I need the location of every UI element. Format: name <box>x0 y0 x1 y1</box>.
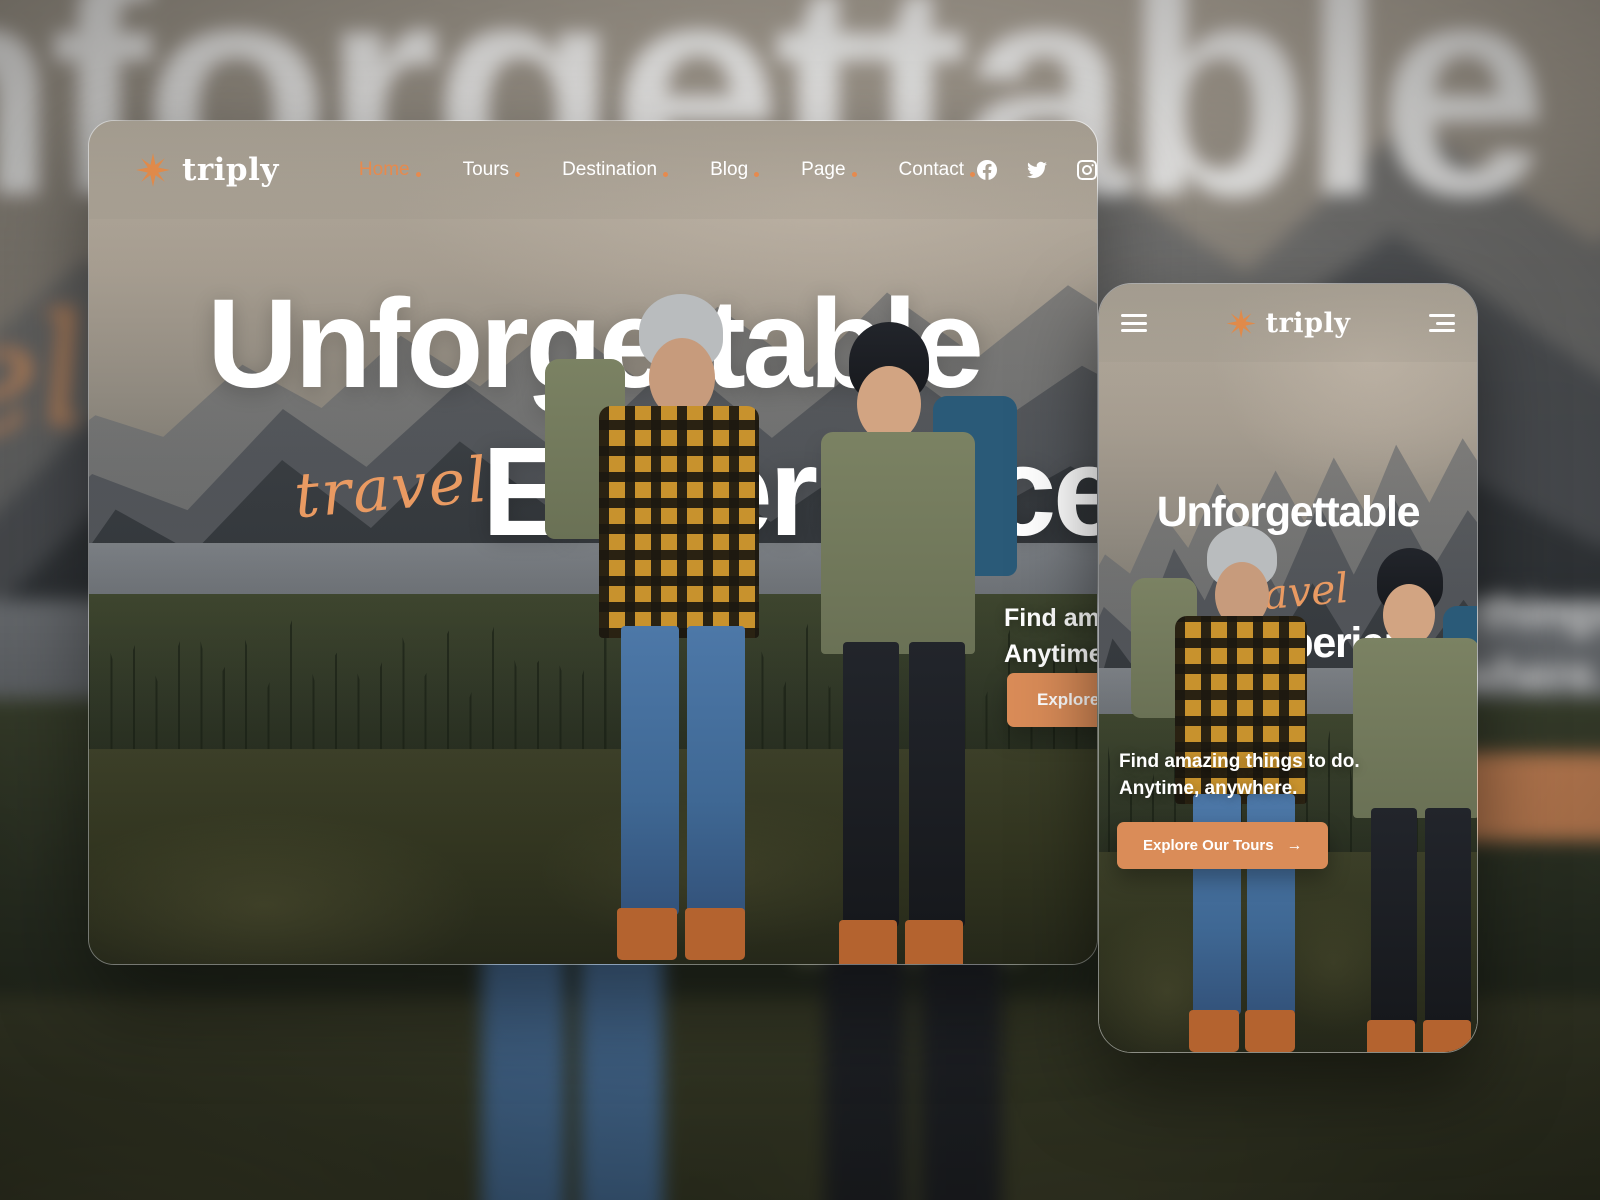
compass-rose-icon <box>1226 308 1256 338</box>
arrow-right-icon: → <box>1286 836 1303 854</box>
desktop-subheadline-line1: Find amazing things to do. <box>1004 604 1098 632</box>
desktop-brand-logo[interactable]: triply <box>135 152 279 188</box>
facebook-icon[interactable] <box>975 158 999 182</box>
nav-item-page[interactable]: Page <box>801 159 857 181</box>
desktop-cta-label: Explore Our Tours <box>1037 690 1098 709</box>
compass-rose-icon <box>136 153 170 187</box>
mobile-mockup-device: Unforgettable Experien ces travel <box>1098 283 1478 1053</box>
desktop-social-links <box>975 158 1098 182</box>
nav-item-contact[interactable]: Contact <box>899 159 976 181</box>
hamburger-options-icon[interactable] <box>1429 314 1455 332</box>
twitter-icon[interactable] <box>1025 158 1049 182</box>
nav-item-destination[interactable]: Destination <box>562 159 669 181</box>
mobile-subheadline: Find amazing things to do. Anytime, anyw… <box>1119 749 1457 803</box>
nav-item-blog[interactable]: Blog <box>710 159 760 181</box>
nav-item-tours[interactable]: Tours <box>463 159 521 181</box>
desktop-hikers-image <box>545 244 1039 964</box>
mobile-cta-label: Explore Our Tours <box>1143 837 1274 854</box>
mobile-navbar: triply <box>1099 284 1477 362</box>
mobile-subheadline-line1: Find amazing things to do. <box>1119 751 1360 772</box>
desktop-mockup-window: Unforgettable Experience travel Find am … <box>88 120 1098 965</box>
instagram-icon[interactable] <box>1075 158 1098 182</box>
desktop-subheadline-line2: Anytime, anywhere. <box>1004 639 1097 668</box>
desktop-main-menu: Home Tours Destination Blog Page Contact <box>359 159 976 181</box>
mobile-subheadline-line2: Anytime, anywhere. <box>1119 777 1298 799</box>
screenshot-canvas: Unforgettable travel Find amazing things… <box>0 0 1600 1200</box>
nav-item-home[interactable]: Home <box>359 159 421 181</box>
mobile-brand-logo[interactable]: triply <box>1226 308 1351 339</box>
desktop-subheadline: Find amazing things to do. Anytime, anyw… <box>1004 601 1098 672</box>
mobile-explore-tours-button[interactable]: Explore Our Tours → <box>1117 822 1329 869</box>
mobile-brand-name: triply <box>1265 307 1351 339</box>
desktop-brand-name: triply <box>182 152 279 188</box>
hamburger-menu-icon[interactable] <box>1121 314 1147 332</box>
desktop-explore-tours-button[interactable]: Explore Our Tours → <box>1007 673 1098 727</box>
desktop-navbar: triply Home Tours Destination Blog Page … <box>89 121 1097 219</box>
